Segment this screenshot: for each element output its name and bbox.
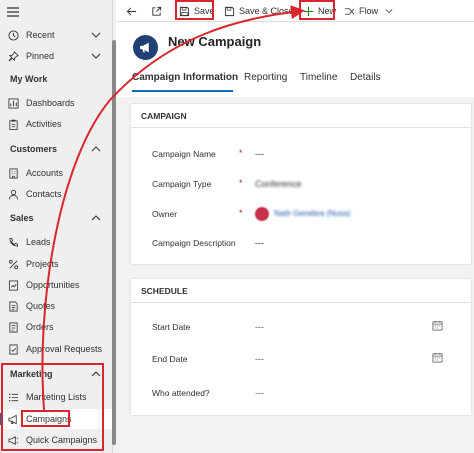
tab-timeline[interactable]: Timeline — [300, 72, 337, 83]
group-header-my-work: My Work — [0, 69, 113, 89]
save-and-close-button[interactable]: Save & Close — [224, 3, 294, 19]
pop-out-icon — [152, 6, 162, 16]
sidebar-item-label: Opportunities — [26, 280, 80, 290]
field-label-campaign-name: Campaign Name — [152, 149, 216, 159]
group-title: My Work — [10, 74, 48, 84]
section-title: SCHEDULE — [141, 286, 188, 296]
quote-icon — [7, 300, 19, 312]
chevron-down-icon[interactable] — [91, 51, 101, 61]
sidebar-item-activities[interactable]: Activities — [0, 114, 113, 134]
campaign-type-select[interactable]: Conference — [255, 179, 302, 189]
clock-icon — [7, 29, 19, 41]
person-icon — [7, 188, 19, 200]
sidebar-item-label: Projects — [26, 259, 59, 269]
group-title: Sales — [10, 213, 34, 223]
sidebar-item-projects[interactable]: Projects — [0, 254, 113, 274]
sidebar-item-label: Leads — [26, 237, 51, 247]
command-bar: Save Save & Close New Flow — [116, 0, 474, 22]
form-header: New Campaign Campaign Information Report… — [116, 22, 474, 97]
owner-lookup-link[interactable]: Nath Genebra (Nusa) — [274, 209, 350, 218]
order-icon — [7, 321, 19, 333]
save-close-icon — [224, 6, 235, 16]
phone-icon — [7, 236, 19, 248]
tab-details[interactable]: Details — [350, 72, 381, 83]
campaign-description-input[interactable]: --- — [255, 238, 264, 248]
who-attended-input[interactable]: --- — [255, 388, 264, 398]
sidebar-item-recent[interactable]: Recent — [0, 25, 113, 45]
chevron-up-icon[interactable] — [91, 144, 101, 154]
hamburger-menu-button[interactable] — [0, 2, 113, 22]
campaign-section: CAMPAIGN Campaign Name * --- Campaign Ty… — [131, 104, 471, 264]
group-title: Customers — [10, 144, 58, 154]
field-label-owner: Owner — [152, 209, 178, 219]
flow-label: Flow — [359, 6, 379, 16]
group-header-sales[interactable]: Sales — [0, 208, 113, 228]
schedule-section: SCHEDULE Start Date --- End Date --- Who… — [131, 279, 471, 415]
sidebar-item-label: Recent — [26, 30, 55, 40]
page-title: New Campaign — [168, 34, 262, 49]
sidebar-item-label: Approval Requests — [26, 344, 103, 354]
group-header-customers[interactable]: Customers — [0, 139, 113, 159]
sidebar-item-dashboards[interactable]: Dashboards — [0, 93, 113, 113]
annotation-box-save — [175, 0, 214, 20]
required-indicator: * — [239, 208, 243, 218]
pin-icon — [7, 50, 19, 62]
sidebar-item-label: Quotes — [26, 301, 56, 311]
sidebar-item-label: Activities — [26, 119, 62, 129]
sidebar-item-orders[interactable]: Orders — [0, 317, 113, 337]
flow-icon — [344, 7, 355, 15]
arrow-left-icon — [126, 7, 137, 15]
back-button[interactable] — [126, 3, 141, 19]
divider — [131, 302, 471, 303]
field-label-end-date: End Date — [152, 354, 188, 364]
section-title: CAMPAIGN — [141, 111, 187, 121]
campaign-entity-icon — [133, 35, 158, 60]
calendar-icon[interactable] — [432, 320, 443, 331]
sidebar-item-approval-requests[interactable]: Approval Requests — [0, 339, 113, 359]
opportunity-icon — [7, 279, 19, 291]
annotation-box-new — [299, 0, 335, 20]
sidebar-item-label: Pinned — [26, 51, 55, 61]
divider — [131, 127, 471, 128]
sidebar-item-quotes[interactable]: Quotes — [0, 296, 113, 316]
sidebar-item-label: Contacts — [26, 189, 62, 199]
calendar-icon[interactable] — [432, 352, 443, 363]
approval-icon — [7, 343, 19, 355]
clipboard-icon — [7, 118, 19, 130]
start-date-input[interactable]: --- — [255, 322, 264, 332]
field-label-start-date: Start Date — [152, 322, 191, 332]
building-icon — [7, 167, 19, 179]
dashboard-icon — [7, 97, 19, 109]
campaign-name-input[interactable]: --- — [255, 149, 264, 159]
sidebar-item-opportunities[interactable]: Opportunities — [0, 275, 113, 295]
field-label-campaign-description: Campaign Description — [152, 238, 236, 248]
percent-icon — [7, 258, 19, 270]
sidebar-item-leads[interactable]: Leads — [0, 232, 113, 252]
active-tab-indicator — [132, 90, 233, 92]
sidebar-item-contacts[interactable]: Contacts — [0, 184, 113, 204]
open-new-window-button[interactable] — [151, 3, 166, 19]
chevron-up-icon[interactable] — [91, 213, 101, 223]
required-indicator: * — [239, 148, 243, 158]
sidebar-item-label: Accounts — [26, 168, 64, 178]
flow-button[interactable]: Flow — [344, 3, 397, 19]
sidebar-scrollbar[interactable] — [112, 40, 116, 445]
sidebar-item-accounts[interactable]: Accounts — [0, 163, 113, 183]
sidebar-item-label: Dashboards — [26, 98, 75, 108]
annotation-box-campaigns — [21, 410, 70, 427]
annotation-box-marketing-group — [1, 363, 104, 451]
tab-reporting[interactable]: Reporting — [244, 72, 287, 83]
sidebar-item-label: Orders — [26, 322, 54, 332]
field-label-campaign-type: Campaign Type — [152, 179, 212, 189]
owner-avatar — [255, 207, 269, 221]
tab-campaign-information[interactable]: Campaign Information — [132, 72, 238, 83]
required-indicator: * — [239, 178, 243, 188]
end-date-input[interactable]: --- — [255, 354, 264, 364]
sidebar-item-pinned[interactable]: Pinned — [0, 46, 113, 66]
chevron-down-icon[interactable] — [91, 30, 101, 40]
save-close-label: Save & Close — [239, 6, 294, 16]
chevron-down-icon — [385, 9, 393, 14]
hamburger-icon — [7, 6, 19, 18]
field-label-who-attended: Who attended? — [152, 388, 210, 398]
